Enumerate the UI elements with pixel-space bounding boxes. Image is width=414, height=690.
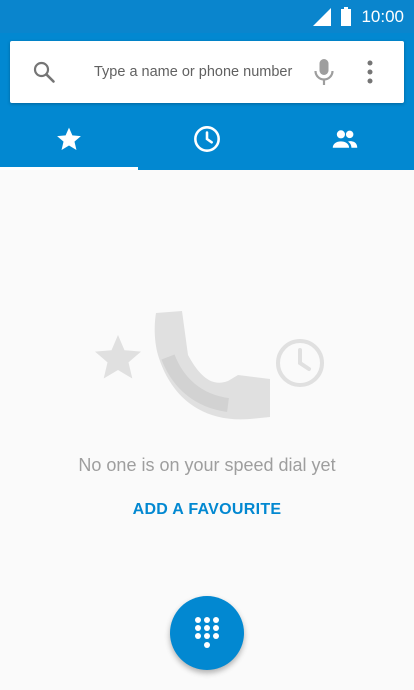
dialpad-icon — [195, 617, 219, 648]
mic-icon[interactable] — [312, 58, 336, 86]
star-icon — [57, 127, 81, 150]
tab-speed-dial[interactable] — [0, 108, 138, 170]
clock-icon — [194, 126, 220, 152]
tab-bar — [0, 108, 414, 170]
signal-icon — [313, 7, 332, 26]
dialpad-button[interactable] — [170, 596, 244, 670]
battery-icon — [341, 7, 352, 26]
status-time: 10:00 — [361, 6, 404, 26]
app-bar — [0, 33, 414, 170]
empty-state-illustration — [95, 311, 324, 420]
people-icon — [332, 130, 358, 148]
tab-recents[interactable] — [138, 108, 276, 170]
tab-indicator — [0, 167, 138, 170]
add-favourite-button[interactable]: ADD A FAVOURITE — [107, 496, 307, 524]
star-icon — [95, 335, 141, 379]
clock-icon — [276, 339, 324, 387]
search-input[interactable] — [94, 41, 314, 103]
tab-contacts[interactable] — [276, 108, 414, 170]
status-icons: 10:00 — [313, 0, 404, 33]
phone-handset-icon — [154, 311, 270, 420]
more-vert-icon[interactable] — [359, 58, 381, 86]
search-bar[interactable] — [10, 41, 404, 103]
status-bar: 10:00 — [0, 0, 414, 33]
empty-state-message: No one is on your speed dial yet — [78, 455, 336, 475]
search-icon[interactable] — [32, 60, 56, 84]
